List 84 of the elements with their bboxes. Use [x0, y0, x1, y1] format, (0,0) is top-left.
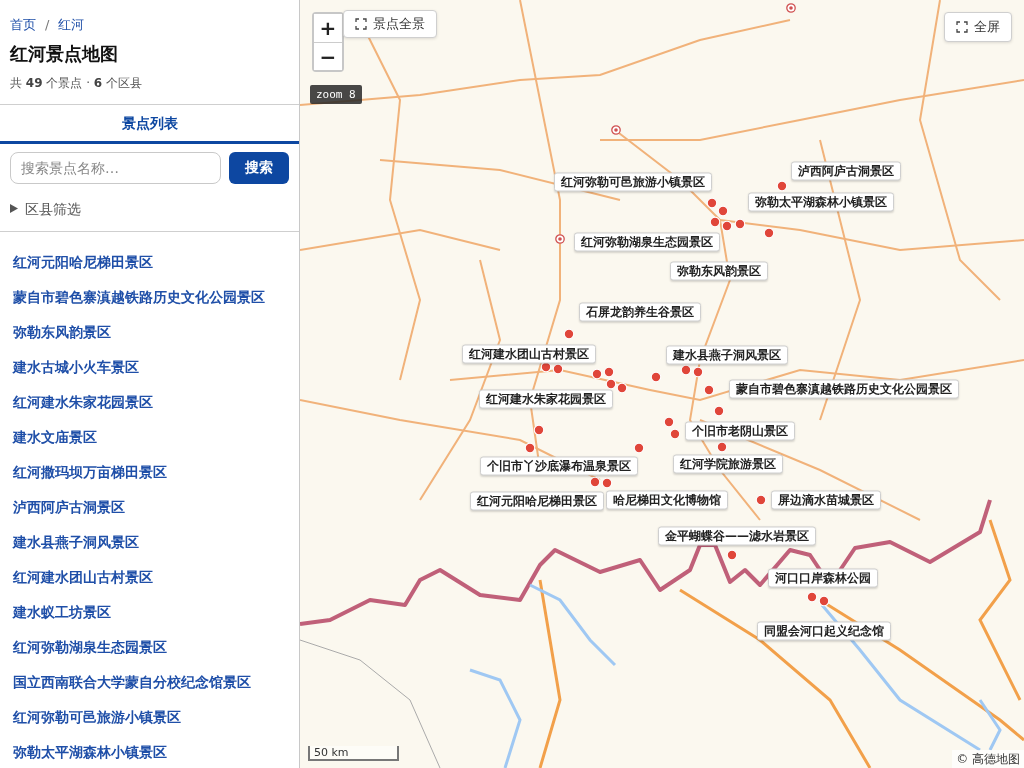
map-attribution: © 高德地图 — [952, 750, 1024, 768]
map-marker-label: 红河弥勒湖泉生态园景区 — [574, 232, 720, 252]
breadcrumb-separator: / — [45, 16, 50, 33]
attraction-link[interactable]: 建水县燕子洞风景区 — [13, 531, 139, 552]
page-title: 红河景点地图 — [10, 42, 119, 66]
map-marker-label: 同盟会河口起义纪念馆 — [757, 621, 891, 641]
zoom-out-button[interactable]: − — [314, 42, 342, 70]
map-marker-label: 石屏龙韵养生谷景区 — [579, 302, 701, 322]
breadcrumb-link[interactable]: 首页 — [10, 16, 36, 33]
map-marker-label: 弥勒太平湖森林小镇景区 — [748, 192, 894, 212]
fullscreen-icon — [956, 21, 968, 33]
fullscreen-icon — [355, 18, 367, 30]
search-field[interactable]: 搜索景点名称… — [10, 152, 221, 184]
attraction-link[interactable]: 泸西阿庐古洞景区 — [13, 496, 125, 517]
city-dot-icon — [555, 234, 565, 244]
map-marker-label: 红河元阳哈尼梯田景区 — [470, 491, 604, 511]
map-marker-icon[interactable] — [605, 378, 617, 390]
map-marker-label: 屏边滴水苗城景区 — [771, 490, 881, 510]
city-dot-icon — [611, 125, 621, 135]
map-marker-icon[interactable] — [763, 227, 775, 239]
map-marker-icon[interactable] — [716, 441, 728, 453]
attraction-link[interactable]: 红河元阳哈尼梯田景区 — [13, 251, 153, 272]
fullscreen-button[interactable]: 全屏 — [944, 12, 1012, 42]
attraction-link[interactable]: 建水古城小火车景区 — [13, 356, 139, 377]
map-marker-label: 建水县燕子洞风景区 — [666, 345, 788, 365]
breadcrumb-link[interactable]: 红河 — [58, 16, 85, 33]
map-marker-icon[interactable] — [591, 368, 603, 380]
map-marker-icon[interactable] — [616, 382, 628, 394]
map-marker-icon[interactable] — [734, 218, 746, 230]
district-filter-toggle[interactable]: 区县筛选 — [10, 199, 81, 218]
attraction-link[interactable]: 红河撒玛坝万亩梯田景区 — [13, 461, 167, 482]
map-marker-icon[interactable] — [650, 371, 662, 383]
attraction-link[interactable]: 红河建水朱家花园景区 — [13, 391, 153, 412]
map-marker-icon[interactable] — [589, 476, 601, 488]
map-marker-label: 个旧市老阴山景区 — [685, 421, 795, 441]
city-dot-icon — [786, 3, 796, 13]
map-marker-label: 金平蝴蝶谷——滤水岩景区 — [658, 526, 816, 546]
attraction-link[interactable]: 红河建水团山古村景区 — [13, 566, 153, 587]
map-marker-icon[interactable] — [713, 405, 725, 417]
map-marker-label: 泸西阿庐古洞景区 — [791, 161, 901, 181]
search-button[interactable]: 搜索 — [229, 152, 289, 184]
map-marker-label: 弥勒东风韵景区 — [670, 261, 768, 281]
attraction-link[interactable]: 建水蚁工坊景区 — [13, 601, 111, 622]
map-marker-icon[interactable] — [633, 442, 645, 454]
map-marker-icon[interactable] — [717, 205, 729, 217]
map-marker-icon[interactable] — [776, 180, 788, 192]
map-marker-icon[interactable] — [709, 216, 721, 228]
map-marker-icon[interactable] — [806, 591, 818, 603]
attraction-link[interactable]: 建水文庙景区 — [13, 426, 97, 447]
map-marker-icon[interactable] — [669, 428, 681, 440]
map-marker-icon[interactable] — [692, 366, 704, 378]
attraction-link[interactable]: 蒙自市碧色寨滇越铁路历史文化公园景区 — [13, 286, 265, 307]
map-marker-icon[interactable] — [721, 220, 733, 232]
map-marker-icon[interactable] — [603, 366, 615, 378]
map-marker-icon[interactable] — [524, 442, 536, 454]
summary-text: 共 49 个景点 · 6 个区县 — [10, 75, 143, 91]
map-marker-icon[interactable] — [663, 416, 675, 428]
map-marker-icon[interactable] — [726, 549, 738, 561]
map-marker-icon[interactable] — [818, 595, 830, 607]
map-marker-icon[interactable] — [703, 384, 715, 396]
scale-bar: 50 km — [308, 746, 399, 761]
attraction-link[interactable]: 红河弥勒可邑旅游小镇景区 — [13, 706, 181, 727]
map-marker-label: 红河学院旅游景区 — [673, 454, 783, 474]
overview-button[interactable]: 景点全景 — [343, 10, 437, 38]
map-marker-label: 河口口岸森林公园 — [768, 568, 878, 588]
map-marker-icon[interactable] — [533, 424, 545, 436]
map-marker-label: 哈尼梯田文化博物馆 — [606, 490, 728, 510]
tab[interactable]: 景点列表 — [0, 105, 299, 144]
attraction-link[interactable]: 红河弥勒湖泉生态园景区 — [13, 636, 167, 657]
map-marker-icon[interactable] — [552, 363, 564, 375]
map-marker-label: 个旧市丫沙底瀑布温泉景区 — [480, 456, 638, 476]
map-marker-label: 蒙自市碧色寨滇越铁路历史文化公园景区 — [729, 379, 959, 399]
map-marker-icon[interactable] — [601, 477, 613, 489]
map-marker-label: 红河建水朱家花园景区 — [479, 389, 613, 409]
map-marker-icon[interactable] — [680, 364, 692, 376]
map-marker-icon[interactable] — [706, 197, 718, 209]
attraction-link[interactable]: 弥勒东风韵景区 — [13, 321, 111, 342]
map-marker-icon[interactable] — [563, 328, 575, 340]
zoom-level-badge: zoom 8 — [310, 85, 362, 104]
map-marker-label: 红河弥勒可邑旅游小镇景区 — [554, 172, 712, 192]
attraction-link[interactable]: 国立西南联合大学蒙自分校纪念馆景区 — [13, 671, 251, 692]
map-marker-label: 红河建水团山古村景区 — [462, 344, 596, 364]
attraction-link[interactable]: 弥勒太平湖森林小镇景区 — [13, 741, 167, 762]
map-marker-icon[interactable] — [755, 494, 767, 506]
